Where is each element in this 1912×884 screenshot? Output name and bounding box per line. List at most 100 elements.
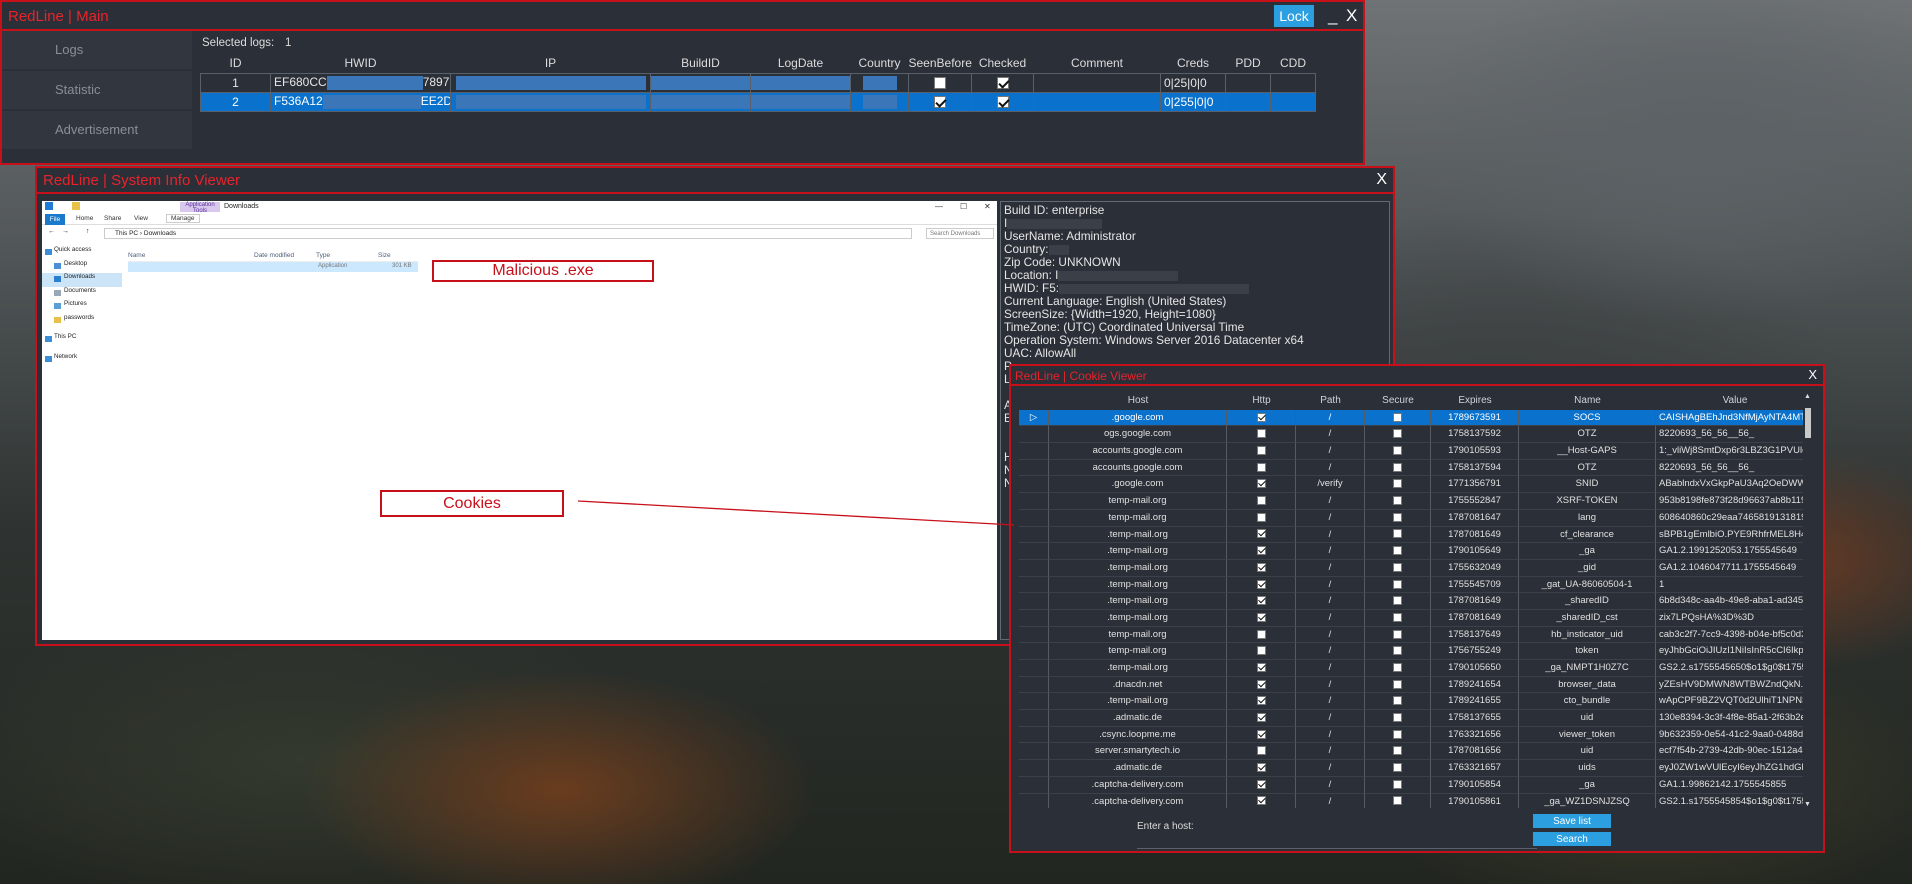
secure-checkbox[interactable]: [1393, 462, 1402, 472]
cookie-close-button[interactable]: X: [1808, 367, 1817, 382]
secure-checkbox[interactable]: [1393, 546, 1402, 556]
cookie-row[interactable]: .temp-mail.org / 1787081649 _sharedID_cst zi…: [1019, 609, 1821, 627]
cookie-row[interactable]: accounts.google.com / 1758137594 OTZ 8220693…: [1019, 459, 1821, 477]
col-buildid[interactable]: BuildID: [651, 54, 751, 73]
http-checkbox[interactable]: [1256, 412, 1266, 422]
secure-checkbox[interactable]: [1393, 479, 1402, 489]
col-host[interactable]: Host: [1049, 393, 1227, 410]
sidebar-item-advertisement[interactable]: Advertisement: [2, 111, 192, 149]
col-secure[interactable]: Secure: [1365, 393, 1431, 410]
secure-checkbox[interactable]: [1393, 746, 1402, 756]
sidebar-item-logs[interactable]: Logs: [2, 31, 192, 69]
secure-checkbox[interactable]: [1393, 412, 1402, 422]
main-close-button[interactable]: X: [1346, 6, 1357, 26]
cookie-row[interactable]: temp-mail.org / 1758137649 hb_insticator_ui…: [1019, 626, 1821, 644]
http-checkbox[interactable]: [1256, 446, 1266, 456]
http-checkbox[interactable]: [1256, 763, 1266, 773]
http-checkbox[interactable]: [1256, 696, 1266, 706]
col-id[interactable]: ID: [201, 54, 271, 73]
http-checkbox[interactable]: [1256, 746, 1266, 756]
http-checkbox[interactable]: [1256, 579, 1266, 589]
table-row[interactable]: 1 EF680CC 7897760CE8 0|25|0|0: [200, 72, 1316, 93]
col-seenbefore[interactable]: SeenBefore: [909, 54, 972, 73]
secure-checkbox[interactable]: [1393, 629, 1402, 639]
col-pdd[interactable]: PDD: [1226, 54, 1271, 73]
col-path[interactable]: Path: [1296, 393, 1365, 410]
col-cdd[interactable]: CDD: [1271, 54, 1316, 73]
cookie-row[interactable]: .google.com/verify 1771356791 SNID ABablndx…: [1019, 476, 1821, 494]
http-checkbox[interactable]: [1256, 496, 1266, 506]
cookie-scrollbar[interactable]: ▲ ▼: [1803, 393, 1813, 808]
http-checkbox[interactable]: [1256, 662, 1266, 672]
cookie-row[interactable]: .dnacdn.net / 1789241654 browser_data yZEsHV…: [1019, 676, 1821, 694]
cookie-row[interactable]: temp-mail.org / 1756755249 token eyJhbGciOiJ…: [1019, 643, 1821, 660]
scroll-down-icon[interactable]: ▼: [1804, 801, 1811, 808]
col-expires[interactable]: Expires: [1431, 393, 1519, 410]
http-checkbox[interactable]: [1256, 512, 1266, 522]
sysinfo-title-bar[interactable]: RedLine | System Info Viewer X: [37, 168, 1393, 194]
lock-button[interactable]: Lock: [1274, 5, 1314, 27]
col-value[interactable]: Value: [1656, 393, 1811, 410]
scroll-thumb[interactable]: [1805, 408, 1811, 438]
seenbefore-checkbox[interactable]: [934, 96, 946, 109]
http-checkbox[interactable]: [1256, 462, 1266, 472]
cookie-row[interactable]: .captcha-delivery.com / 1790105854 _ga GA1.1…: [1019, 776, 1821, 794]
http-checkbox[interactable]: [1256, 796, 1266, 806]
secure-checkbox[interactable]: [1393, 779, 1402, 789]
cookie-row[interactable]: .temp-mail.org / 1787081649 cf_clearance sBP…: [1019, 526, 1821, 544]
secure-checkbox[interactable]: [1393, 512, 1402, 522]
cookie-row[interactable]: .temp-mail.org / 1755632049 _gid GA1.2.10460…: [1019, 559, 1821, 577]
cookie-row[interactable]: .csync.loopme.me / 1763321656 viewer_token 9…: [1019, 726, 1821, 744]
secure-checkbox[interactable]: [1393, 679, 1402, 689]
http-checkbox[interactable]: [1256, 596, 1266, 606]
http-checkbox[interactable]: [1256, 779, 1266, 789]
cookie-row[interactable]: .admatic.de / 1758137655 uid 130e8394-3c3f-4…: [1019, 710, 1821, 727]
cookie-title-bar[interactable]: RedLine | Cookie Viewer X: [1011, 366, 1823, 386]
secure-checkbox[interactable]: [1393, 713, 1402, 723]
http-checkbox[interactable]: [1256, 713, 1266, 723]
checked-checkbox[interactable]: [996, 96, 1009, 109]
col-comment[interactable]: Comment: [1034, 54, 1161, 73]
search-button[interactable]: Search: [1533, 832, 1611, 846]
minimize-button[interactable]: _: [1328, 6, 1337, 26]
cookie-row[interactable]: .captcha-delivery.com / 1790105861 _ga_WZ1D…: [1019, 793, 1821, 808]
secure-checkbox[interactable]: [1393, 646, 1402, 656]
secure-checkbox[interactable]: [1393, 429, 1402, 439]
http-checkbox[interactable]: [1256, 612, 1266, 622]
col-checked[interactable]: Checked: [972, 54, 1034, 73]
secure-checkbox[interactable]: [1393, 662, 1402, 672]
secure-checkbox[interactable]: [1393, 562, 1402, 572]
secure-checkbox[interactable]: [1393, 729, 1402, 739]
secure-checkbox[interactable]: [1393, 596, 1402, 606]
scroll-up-icon[interactable]: ▲: [1804, 393, 1811, 400]
cookie-row[interactable]: temp-mail.org / 1755552847 XSRF-TOKEN 953b81…: [1019, 493, 1821, 510]
col-name[interactable]: Name: [1519, 393, 1656, 410]
secure-checkbox[interactable]: [1393, 796, 1402, 806]
checked-checkbox[interactable]: [996, 77, 1009, 90]
http-checkbox[interactable]: [1256, 546, 1266, 556]
cookie-row[interactable]: .temp-mail.org / 1790105650 _ga_NMPT1H0Z7C G…: [1019, 660, 1821, 677]
cookie-row[interactable]: .admatic.de / 1763321657 uids eyJ0ZW1wVUlEcy…: [1019, 760, 1821, 777]
cookie-row[interactable]: ogs.google.com / 1758137592 OTZ 8220693_56_5…: [1019, 426, 1821, 444]
http-checkbox[interactable]: [1256, 729, 1266, 739]
secure-checkbox[interactable]: [1393, 446, 1402, 456]
http-checkbox[interactable]: [1256, 479, 1266, 489]
host-input[interactable]: [1137, 835, 1537, 849]
secure-checkbox[interactable]: [1393, 529, 1402, 539]
http-checkbox[interactable]: [1256, 629, 1266, 639]
secure-checkbox[interactable]: [1393, 579, 1402, 589]
cookie-row[interactable]: temp-mail.org / 1787081647 lang 608640860c29…: [1019, 509, 1821, 527]
secure-checkbox[interactable]: [1393, 612, 1402, 622]
cookie-row[interactable]: accounts.google.com / 1790105593 __Host-GAP…: [1019, 443, 1821, 460]
sysinfo-close-button[interactable]: X: [1376, 171, 1387, 189]
col-creds[interactable]: Creds: [1161, 54, 1226, 73]
col-hwid[interactable]: HWID: [271, 54, 451, 73]
save-list-button[interactable]: Save list: [1533, 814, 1611, 828]
http-checkbox[interactable]: [1256, 679, 1266, 689]
secure-checkbox[interactable]: [1393, 696, 1402, 706]
cookie-row[interactable]: .temp-mail.org / 1787081649 _sharedID 6b8d34…: [1019, 593, 1821, 610]
col-country[interactable]: Country: [851, 54, 909, 73]
secure-checkbox[interactable]: [1393, 496, 1402, 506]
seenbefore-checkbox[interactable]: [934, 77, 946, 90]
cookie-row[interactable]: .temp-mail.org / 1790105649 _ga GA1.2.199125…: [1019, 543, 1821, 560]
